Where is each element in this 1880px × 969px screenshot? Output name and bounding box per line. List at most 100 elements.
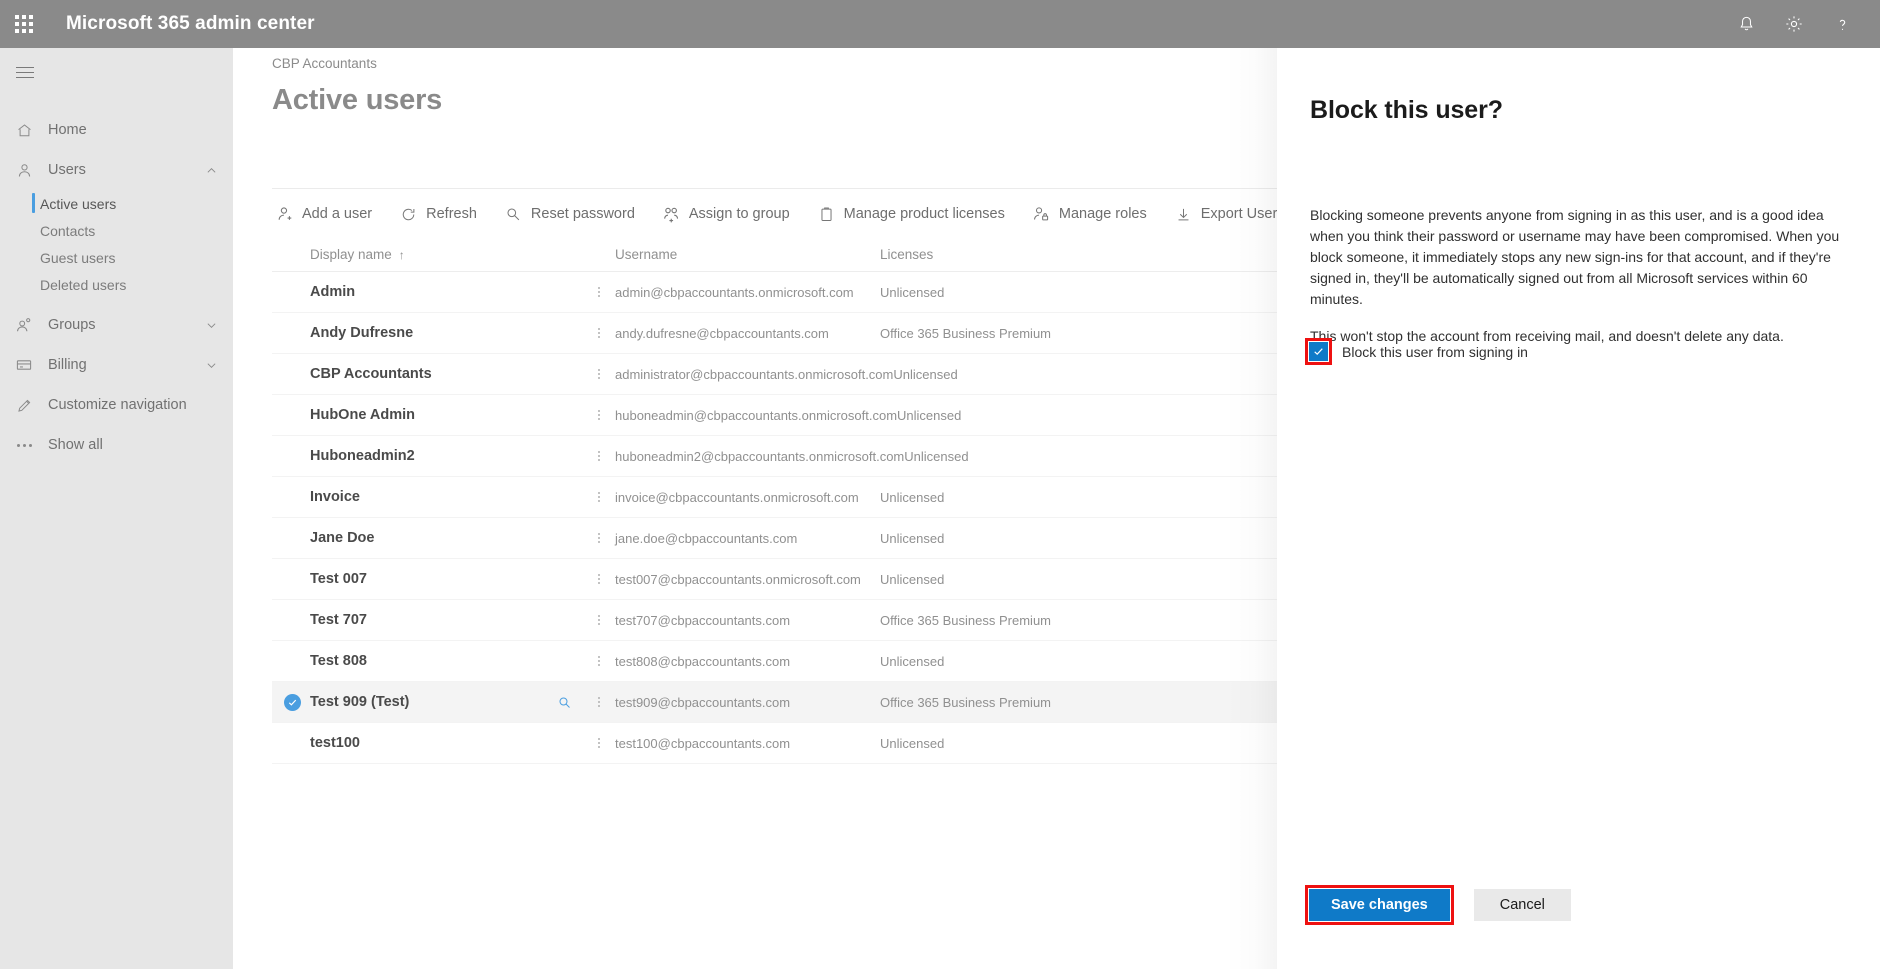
sidebar-item-guest-users[interactable]: Guest users [0,244,233,271]
cell-username: test808@cbpaccountants.com [615,653,791,669]
app-launcher-button[interactable] [0,0,48,48]
sidebar-item-users[interactable]: Users [0,150,233,190]
vertical-ellipsis-icon [598,451,600,461]
sidebar-item-label: Users [48,162,86,178]
display-name-text: Huboneadmin2 [310,448,415,464]
display-name-text: Test 007 [310,571,367,587]
sidebar-item-label: Billing [48,357,87,373]
row-overflow-menu[interactable] [583,738,615,748]
cell-username: test100@cbpaccountants.com [615,735,791,751]
gear-icon [1786,16,1802,32]
block-user-checkbox[interactable] [1309,342,1328,361]
sidebar-item-customize-navigation[interactable]: Customize navigation [0,385,233,425]
cell-display-name[interactable]: Test 909 (Test) [310,694,545,710]
row-selected-icon [284,693,301,711]
sidebar-item-label: Guest users [40,249,116,266]
row-overflow-menu[interactable] [583,287,615,297]
breadcrumb[interactable]: CBP Accountants [272,56,377,71]
cell-display-name[interactable]: Jane Doe [310,530,545,546]
cell-display-name[interactable]: HubOne Admin [310,407,545,423]
refresh-button[interactable]: Refresh [396,193,489,235]
suite-title[interactable]: Microsoft 365 admin center [66,13,315,35]
cell-display-name[interactable]: Test 707 [310,612,545,628]
settings-button[interactable] [1770,0,1818,48]
page-title: Active users [272,84,443,116]
row-overflow-menu[interactable] [583,574,615,584]
help-icon [1839,19,1845,30]
cell-username: test007@cbpaccountants.onmicrosoft.com [615,571,861,587]
row-search-cell[interactable] [545,695,583,710]
cell-username: administrator@cbpaccountants.onmicrosoft… [615,366,894,382]
chevron-down-icon [206,360,217,371]
manage-roles-button[interactable]: Manage roles [1029,193,1159,235]
help-button[interactable] [1818,0,1866,48]
column-header-username[interactable]: Username [615,247,880,262]
cell-display-name[interactable]: Huboneadmin2 [310,448,545,464]
cell-display-name[interactable]: Invoice [310,489,545,505]
cancel-button[interactable]: Cancel [1473,889,1571,921]
vertical-ellipsis-icon [598,738,600,748]
row-overflow-menu[interactable] [583,697,615,707]
command-label: Assign to group [688,206,790,222]
sidebar-item-contacts[interactable]: Contacts [0,217,233,244]
command-label: Add a user [302,206,373,222]
sidebar-item-label: Active users [40,195,117,212]
sidebar-item-home[interactable]: Home [0,110,233,150]
vertical-ellipsis-icon [598,328,600,338]
reset-password-button[interactable]: Reset password [501,193,647,235]
sidebar-item-show-all[interactable]: Show all [0,425,233,465]
save-changes-button[interactable]: Save changes [1309,889,1450,921]
block-user-panel: Block this user? Blocking someone preven… [1277,48,1880,969]
row-overflow-menu[interactable] [583,656,615,666]
display-name-text: test100 [310,735,360,751]
assign-to-group-button[interactable]: Assign to group [659,193,802,235]
sidebar-item-deleted-users[interactable]: Deleted users [0,271,233,298]
cell-username: admin@cbpaccountants.onmicrosoft.com [615,284,854,300]
cell-username: test707@cbpaccountants.com [615,612,791,628]
column-header-label: Display name [310,247,392,262]
pencil-icon [8,385,40,425]
row-overflow-menu[interactable] [583,410,615,420]
add-user-icon [274,204,295,225]
row-overflow-menu[interactable] [583,615,615,625]
sidebar-item-label: Customize navigation [48,397,187,413]
row-select-cell[interactable] [272,693,310,711]
row-overflow-menu[interactable] [583,492,615,502]
notifications-button[interactable] [1722,0,1770,48]
command-label: Export Users [1200,206,1285,222]
vertical-ellipsis-icon [598,410,600,420]
display-name-text: Admin [310,284,356,300]
panel-title: Block this user? [1310,96,1503,124]
block-user-checkbox-label[interactable]: Block this user from signing in [1342,344,1528,360]
display-name-text: Test 909 (Test) [310,694,410,710]
cell-display-name[interactable]: test100 [310,735,545,751]
display-name-text: Jane Doe [310,530,375,546]
cell-display-name[interactable]: Test 007 [310,571,545,587]
manage-product-licenses-button[interactable]: Manage product licenses [814,193,1017,235]
row-overflow-menu[interactable] [583,369,615,379]
nav-toggle-button[interactable] [0,48,233,96]
row-overflow-menu[interactable] [583,533,615,543]
cell-username: test909@cbpaccountants.com [615,694,791,710]
cell-username: jane.doe@cbpaccountants.com [615,530,798,546]
search-icon[interactable] [557,695,572,710]
cell-display-name[interactable]: Test 808 [310,653,545,669]
sidebar-item-groups[interactable]: Groups [0,305,233,345]
cell-display-name[interactable]: Andy Dufresne [310,325,545,341]
command-label: Manage product licenses [843,206,1005,222]
bell-icon [1739,16,1753,30]
add-a-user-button[interactable]: Add a user [272,193,384,235]
row-overflow-menu[interactable] [583,451,615,461]
panel-footer-actions: Save changes Cancel [1305,885,1571,925]
sidebar-item-billing[interactable]: Billing [0,345,233,385]
column-header-display-name[interactable]: Display name ↑ [310,247,545,262]
cell-display-name[interactable]: CBP Accountants [310,366,545,382]
suite-bar: Microsoft 365 admin center [0,0,1880,48]
cell-display-name[interactable]: Admin [310,284,545,300]
sidebar-item-active-users[interactable]: Active users [0,190,233,217]
cell-username: huboneadmin2@cbpaccountants.onmicrosoft.… [615,448,905,464]
command-label: Manage roles [1058,206,1147,222]
display-name-text: HubOne Admin [310,407,415,423]
row-overflow-menu[interactable] [583,328,615,338]
